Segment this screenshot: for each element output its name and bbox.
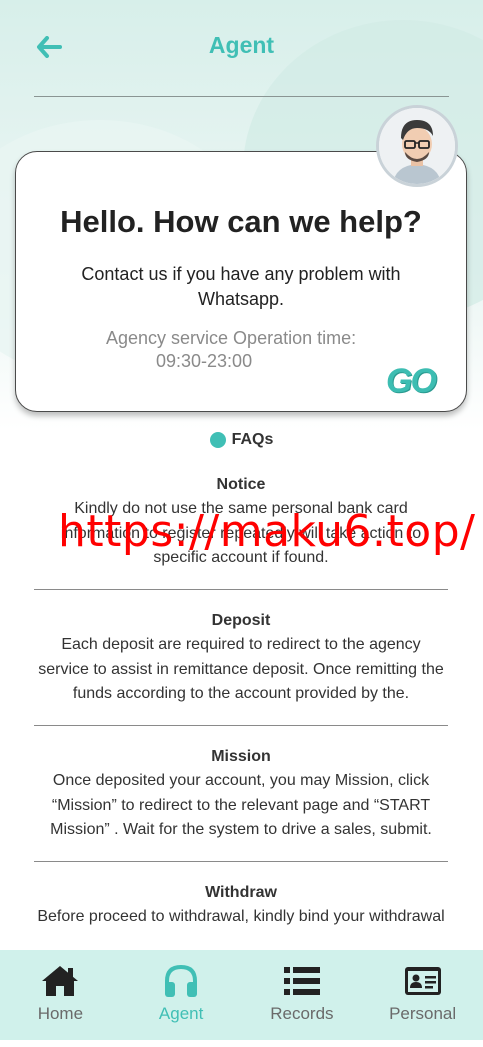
faq-divider bbox=[34, 725, 448, 726]
tab-home[interactable]: Home bbox=[0, 950, 121, 1040]
faq-item-text: Each deposit are required to redirect to… bbox=[38, 636, 444, 702]
operation-time-value: 09:30-23:00 bbox=[156, 351, 253, 371]
faq-divider bbox=[34, 861, 448, 862]
bottom-edge bbox=[0, 1040, 483, 1047]
tab-label: Agent bbox=[158, 1004, 204, 1023]
faq-item-withdraw: Withdraw Before proceed to withdrawal, k… bbox=[34, 881, 448, 930]
tab-label: Records bbox=[270, 1004, 334, 1023]
agent-avatar bbox=[376, 105, 458, 187]
faq-item-title: Mission bbox=[211, 748, 271, 765]
headphones-icon bbox=[165, 964, 198, 997]
watermark-url: https://maku6.top/ bbox=[58, 506, 476, 557]
header: Agent bbox=[0, 0, 483, 96]
home-icon bbox=[42, 966, 79, 996]
operation-time-label: Agency service Operation time: bbox=[106, 328, 357, 348]
id-card-icon bbox=[404, 967, 441, 995]
card-title: Hello. How can we help? bbox=[60, 204, 422, 239]
faq-divider bbox=[34, 589, 448, 590]
tab-label: Home bbox=[37, 1004, 84, 1023]
faq-item-deposit: Deposit Each deposit are required to red… bbox=[34, 609, 448, 707]
tab-personal[interactable]: Personal bbox=[362, 950, 483, 1040]
tab-agent[interactable]: Agent bbox=[121, 950, 242, 1040]
faq-item-title: Withdraw bbox=[205, 884, 277, 901]
faq-label: FAQs bbox=[231, 431, 274, 448]
card-description: Contact us if you have any problem with … bbox=[81, 264, 401, 309]
faq-item-text: Before proceed to withdrawal, kindly bin… bbox=[37, 908, 445, 925]
list-icon bbox=[283, 967, 320, 995]
bottom-tab-bar: Home Agent Records Personal bbox=[0, 950, 483, 1040]
page-title: Agent bbox=[208, 32, 275, 58]
tab-label: Personal bbox=[389, 1004, 457, 1023]
faq-item-title: Notice bbox=[216, 476, 266, 493]
faq-item-mission: Mission Once deposited your account, you… bbox=[34, 745, 448, 843]
faq-header: FAQs bbox=[0, 431, 483, 449]
tab-records[interactable]: Records bbox=[242, 950, 363, 1040]
avatar-illustration bbox=[379, 108, 455, 184]
faq-dot-icon bbox=[209, 432, 226, 448]
go-button[interactable]: GO bbox=[386, 362, 448, 400]
help-card: Hello. How can we help? Contact us if yo… bbox=[15, 151, 467, 412]
faq-item-text: Once deposited your account, you may Mis… bbox=[50, 772, 432, 838]
header-divider bbox=[34, 96, 449, 97]
faq-item-title: Deposit bbox=[211, 612, 271, 629]
